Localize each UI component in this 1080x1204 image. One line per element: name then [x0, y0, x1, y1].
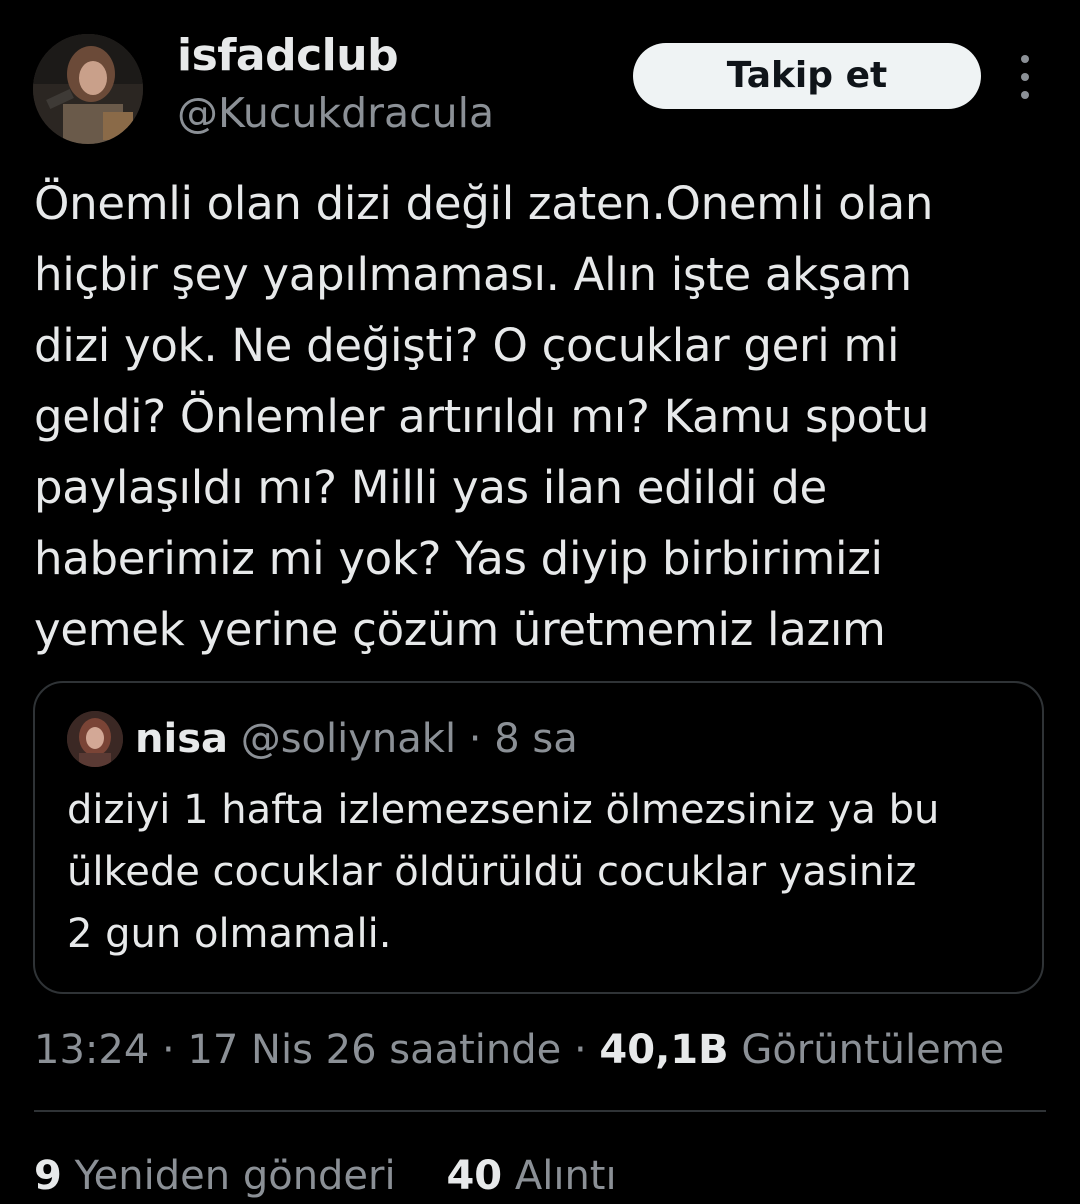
tweet-text-line: paylaşıldı mı? Milli yas ilan edildi de — [34, 461, 827, 514]
divider — [34, 1110, 1046, 1112]
profile-photo-icon — [33, 34, 143, 144]
tweet-time[interactable]: 13:24 — [34, 1027, 149, 1073]
tweet-meta: 13:24 · 17 Nis 26 saatinde · 40,1B Görün… — [34, 1022, 1004, 1078]
reposts-count[interactable]: 9 — [34, 1153, 62, 1199]
more-vertical-icon — [1021, 55, 1029, 63]
tweet-text: Önemli olan dizi değil zaten.Onemli olan… — [34, 168, 1054, 665]
quoted-text-line: 2 gun olmamali. — [67, 911, 392, 957]
quoted-time: 8 sa — [494, 716, 578, 762]
quoted-text-line: diziyi 1 hafta izlemezseniz ölmezsiniz y… — [67, 787, 940, 833]
meta-separator: · — [162, 1027, 175, 1073]
tweet-date[interactable]: 17 Nis 26 saatinde — [187, 1027, 561, 1073]
more-vertical-icon-dot — [1021, 73, 1029, 81]
tweet-text-line: dizi yok. Ne değişti? O çocuklar geri mi — [34, 319, 900, 372]
engagement-stats: 9 Yeniden gönderi 40 Alıntı — [34, 1148, 617, 1204]
tweet-text-line: Önemli olan dizi değil zaten.Onemli olan — [34, 177, 934, 230]
quoted-text-line: ülkede cocuklar öldürüldü cocuklar yasin… — [67, 849, 917, 895]
tweet-text-line: geldi? Önlemler artırıldı mı? Kamu spotu — [34, 390, 930, 443]
views-count: 40,1B — [599, 1027, 729, 1073]
tweet-text-line: haberimiz mi yok? Yas diyip birbirimizi — [34, 532, 883, 585]
more-options-button[interactable] — [1006, 55, 1044, 99]
views-label: Görüntüleme — [741, 1027, 1005, 1073]
profile-photo-icon — [67, 711, 123, 767]
quoted-author-handle: @soliynakl — [240, 716, 457, 762]
quoted-tweet-header: nisa @soliynakl · 8 sa — [135, 713, 578, 765]
tweet-text-line: hiçbir şey yapılmaması. Alın işte akşam — [34, 248, 912, 301]
author-avatar[interactable] — [33, 34, 143, 144]
quoted-author-name: nisa — [135, 716, 228, 762]
quotes-count[interactable]: 40 — [446, 1153, 502, 1199]
tweet-text-line: yemek yerine çözüm üretmemiz lazım — [34, 603, 886, 656]
meta-separator: · — [573, 1027, 587, 1073]
quoted-separator: · — [468, 716, 482, 762]
quoted-author-avatar[interactable] — [67, 711, 123, 767]
follow-button[interactable]: Takip et — [633, 43, 981, 109]
quoted-tweet-text: diziyi 1 hafta izlemezseniz ölmezsiniz y… — [67, 779, 1027, 965]
author-display-name[interactable]: isfadclub — [177, 28, 399, 84]
more-vertical-icon-dot — [1021, 91, 1029, 99]
quotes-label[interactable]: Alıntı — [515, 1153, 617, 1199]
author-handle[interactable]: @Kucukdracula — [177, 86, 494, 140]
reposts-label[interactable]: Yeniden gönderi — [75, 1153, 396, 1199]
quoted-tweet-card[interactable]: nisa @soliynakl · 8 sa diziyi 1 hafta iz… — [33, 681, 1044, 994]
